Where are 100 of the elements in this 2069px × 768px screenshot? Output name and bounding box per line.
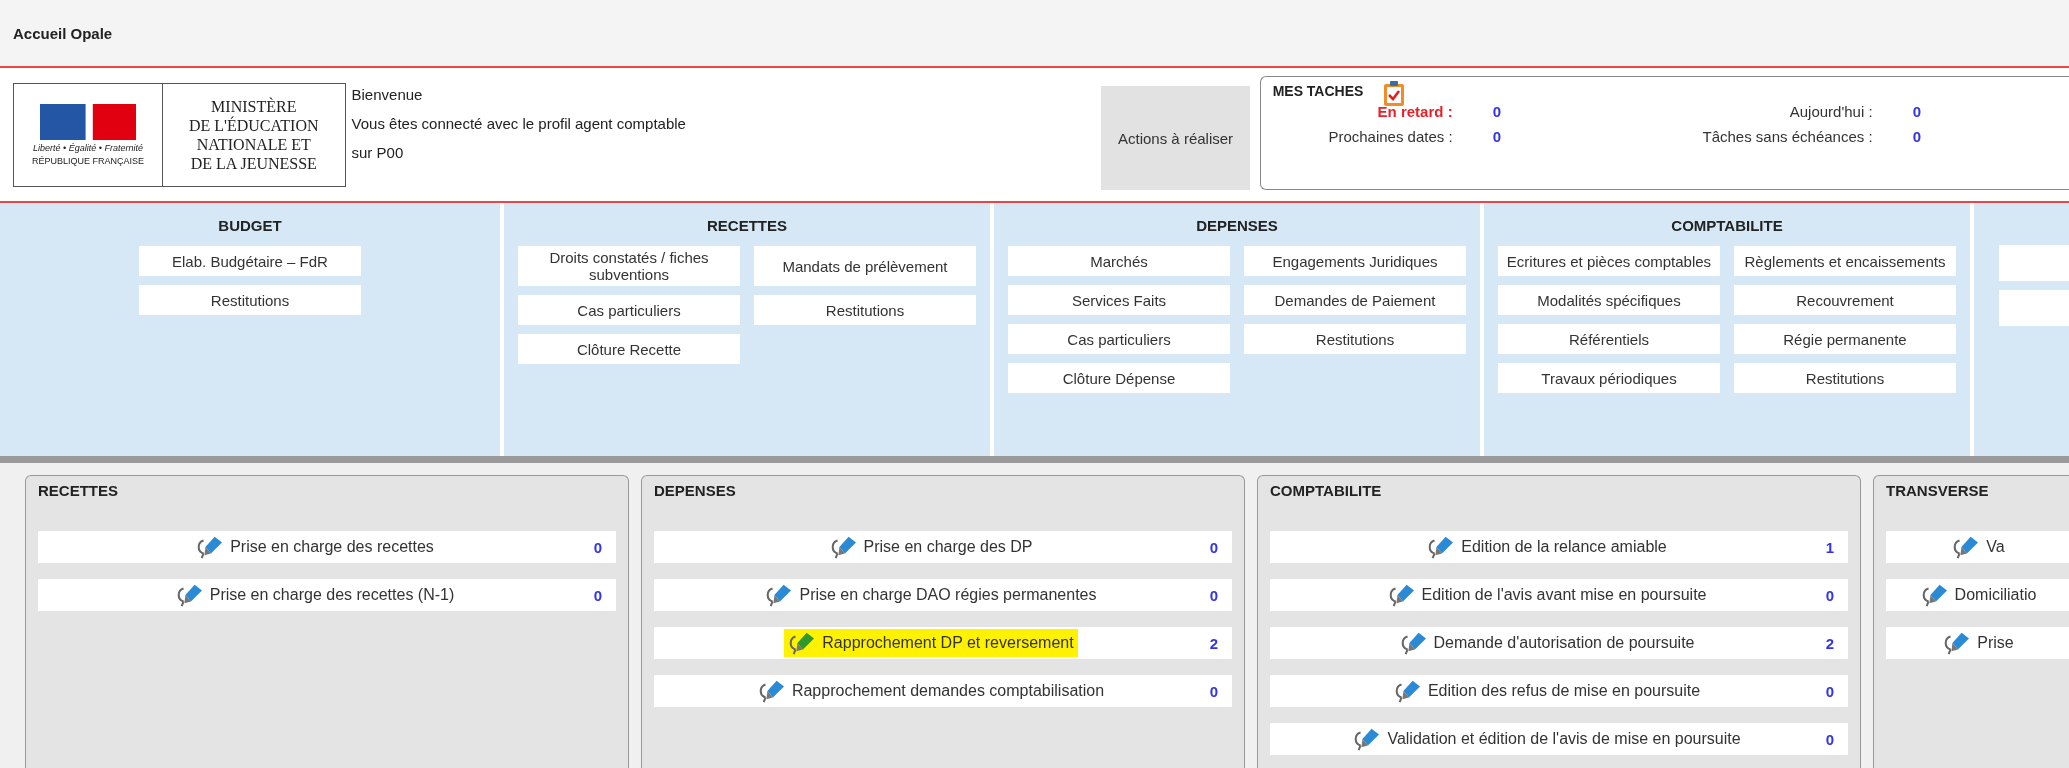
task-label: Edition de l'avis avant mise en poursuite bbox=[1421, 586, 1707, 604]
menu-button[interactable]: Référentiels bbox=[1498, 324, 1720, 354]
menu-button[interactable]: Droits constatés / fiches subventions bbox=[518, 246, 740, 286]
pen-icon bbox=[1353, 727, 1382, 751]
pen-icon bbox=[1387, 583, 1416, 607]
task-count: 0 bbox=[1208, 586, 1218, 604]
task-row[interactable]: Edition de l'avis avant mise en poursuite 0 bbox=[1270, 579, 1848, 611]
menu-button[interactable]: Mandats de prélèvement bbox=[754, 246, 976, 286]
task-count: 0 bbox=[1208, 538, 1218, 556]
task-count: 0 bbox=[592, 586, 602, 604]
task-row[interactable]: Rapprochement demandes comptabilisation 0 bbox=[654, 675, 1232, 707]
menu-button[interactable]: Règlements et encaissements bbox=[1734, 246, 1956, 276]
task-link[interactable]: Edition des refus de mise en poursuite bbox=[1284, 679, 1810, 703]
menu-button[interactable]: Cas particuliers bbox=[518, 295, 740, 325]
ministry-name: NATIONALE ET bbox=[196, 135, 311, 154]
counter-label: En retard : bbox=[1376, 103, 1453, 120]
pen-icon bbox=[1427, 535, 1456, 559]
menu-button[interactable]: Ecritures et pièces comptables bbox=[1498, 246, 1720, 276]
menu-button[interactable]: Régie permanente bbox=[1734, 324, 1956, 354]
menu-button[interactable]: Marchés bbox=[1008, 246, 1230, 276]
task-row[interactable]: Edition de la relance amiable 1 bbox=[1270, 531, 1848, 563]
task-link[interactable]: Edition de la relance amiable bbox=[1284, 535, 1810, 559]
counter-value[interactable]: 0 bbox=[1872, 128, 1933, 145]
pen-icon bbox=[196, 535, 225, 559]
task-row[interactable]: Prise en charge des recettes (N-1) 0 bbox=[38, 579, 616, 611]
task-row[interactable]: Demande d'autorisation de poursuite 2 bbox=[1270, 627, 1848, 659]
counter-value[interactable]: 0 bbox=[1452, 128, 1513, 145]
task-count: 0 bbox=[1824, 682, 1834, 700]
task-link[interactable]: Prise en charge DAO régies permanentes bbox=[668, 583, 1194, 607]
pen-icon bbox=[757, 679, 786, 703]
task-label: Edition de la relance amiable bbox=[1461, 538, 1667, 556]
counter-label: Tâches sans échéances : bbox=[1701, 128, 1873, 145]
counter-label: Aujourd'hui : bbox=[1788, 103, 1873, 120]
task-label: Va bbox=[1986, 538, 2005, 556]
pen-icon bbox=[175, 583, 204, 607]
task-label: Prise en charge DAO régies permanentes bbox=[799, 586, 1097, 604]
task-link[interactable]: Rapprochement DP et reversement bbox=[784, 629, 1078, 657]
task-count: 1 bbox=[1824, 538, 1834, 556]
actions-button[interactable]: Actions à réaliser bbox=[1101, 86, 1250, 190]
menu-button[interactable]: Cas particuliers bbox=[1008, 324, 1230, 354]
tasks-title: MES TACHES bbox=[1272, 83, 1364, 99]
panel-title: RECETTES bbox=[38, 482, 119, 499]
task-label: Prise en charge des DP bbox=[863, 538, 1033, 556]
pen-icon bbox=[1920, 583, 1949, 607]
logo-caption: RÉPUBLIQUE FRANÇAISE bbox=[32, 156, 144, 166]
menu-button[interactable] bbox=[1999, 290, 2069, 326]
task-row[interactable]: Validation et édition de l'avis de mise en poursuite 0 bbox=[1270, 723, 1848, 755]
task-row[interactable]: Prise en charge des recettes 0 bbox=[38, 531, 616, 563]
task-row[interactable]: Rapprochement DP et reversement 2 bbox=[654, 627, 1232, 659]
task-link[interactable]: Rapprochement demandes comptabilisation bbox=[668, 679, 1194, 703]
menu-heading: DEPENSES bbox=[1196, 217, 1278, 234]
menu-button[interactable]: Elab. Budgétaire – FdR bbox=[139, 246, 361, 276]
menu-button[interactable]: Modalités spécifiques bbox=[1498, 285, 1720, 315]
menu-button[interactable]: Recouvrement bbox=[1734, 285, 1956, 315]
welcome-text: Vous êtes connecté avec le profil agent comptable bbox=[351, 115, 686, 132]
task-count: 0 bbox=[1824, 586, 1834, 604]
task-link[interactable]: Validation et édition de l'avis de mise en poursuite bbox=[1284, 727, 1810, 751]
task-count: 0 bbox=[1208, 682, 1218, 700]
task-link[interactable]: Demande d'autorisation de poursuite bbox=[1284, 631, 1810, 655]
task-link[interactable]: Prise en charge des recettes bbox=[52, 535, 578, 559]
task-row[interactable]: Prise en charge DAO régies permanentes 0 bbox=[654, 579, 1232, 611]
menu-button[interactable]: Engagements Juridiques bbox=[1244, 246, 1466, 276]
menu-button[interactable]: Restitutions bbox=[1244, 324, 1466, 354]
task-label: Rapprochement DP et reversement bbox=[822, 634, 1074, 652]
welcome-text: Bienvenue bbox=[351, 86, 423, 103]
menu-button[interactable]: Restitutions bbox=[1734, 363, 1956, 393]
menu-button[interactable]: Clôture Recette bbox=[518, 334, 740, 364]
pen-icon bbox=[1943, 631, 1972, 655]
counter-label: Prochaines dates : bbox=[1327, 128, 1453, 145]
task-count: 0 bbox=[592, 538, 602, 556]
task-link[interactable]: Prise en charge des DP bbox=[668, 535, 1194, 559]
ministry-name: DE L'ÉDUCATION bbox=[189, 116, 319, 135]
pen-icon bbox=[765, 583, 794, 607]
counter-value[interactable]: 0 bbox=[1452, 103, 1513, 120]
menu-button[interactable]: Travaux périodiques bbox=[1498, 363, 1720, 393]
task-label: Prise en charge des recettes bbox=[230, 538, 434, 556]
menu-button[interactable]: Demandes de Paiement bbox=[1244, 285, 1466, 315]
task-link[interactable]: Prise en charge des recettes (N-1) bbox=[52, 583, 578, 607]
task-row[interactable]: Edition des refus de mise en poursuite 0 bbox=[1270, 675, 1848, 707]
counter-value[interactable]: 0 bbox=[1872, 103, 1933, 120]
page-title: Accueil Opale bbox=[13, 24, 113, 42]
menu-heading: RECETTES bbox=[707, 217, 787, 234]
menu-heading: BUDGET bbox=[218, 217, 282, 234]
task-label: Demande d'autorisation de poursuite bbox=[1433, 634, 1695, 652]
menu-button[interactable] bbox=[1999, 245, 2069, 281]
task-label: Domiciliatio bbox=[1954, 586, 2037, 604]
panel-title: TRANSVERSE bbox=[1886, 482, 1990, 499]
task-count: 0 bbox=[1824, 730, 1834, 748]
task-row[interactable]: Prise en charge des DP 0 bbox=[654, 531, 1232, 563]
task-label: Rapprochement demandes comptabilisation bbox=[791, 682, 1105, 700]
menu-heading: COMPTABILITE bbox=[1671, 217, 1783, 234]
menu-button[interactable]: Services Faits bbox=[1008, 285, 1230, 315]
task-link[interactable]: Edition de l'avis avant mise en poursuite bbox=[1284, 583, 1810, 607]
ministry-name: DE LA JEUNESSE bbox=[190, 154, 317, 173]
menu-button[interactable]: Restitutions bbox=[139, 285, 361, 315]
task-count: 2 bbox=[1824, 634, 1834, 652]
pen-icon bbox=[1952, 535, 1981, 559]
menu-button[interactable]: Clôture Dépense bbox=[1008, 363, 1230, 393]
menu-button[interactable]: Restitutions bbox=[754, 295, 976, 325]
logo-motto: Liberté • Égalité • Fraternité bbox=[33, 143, 143, 153]
